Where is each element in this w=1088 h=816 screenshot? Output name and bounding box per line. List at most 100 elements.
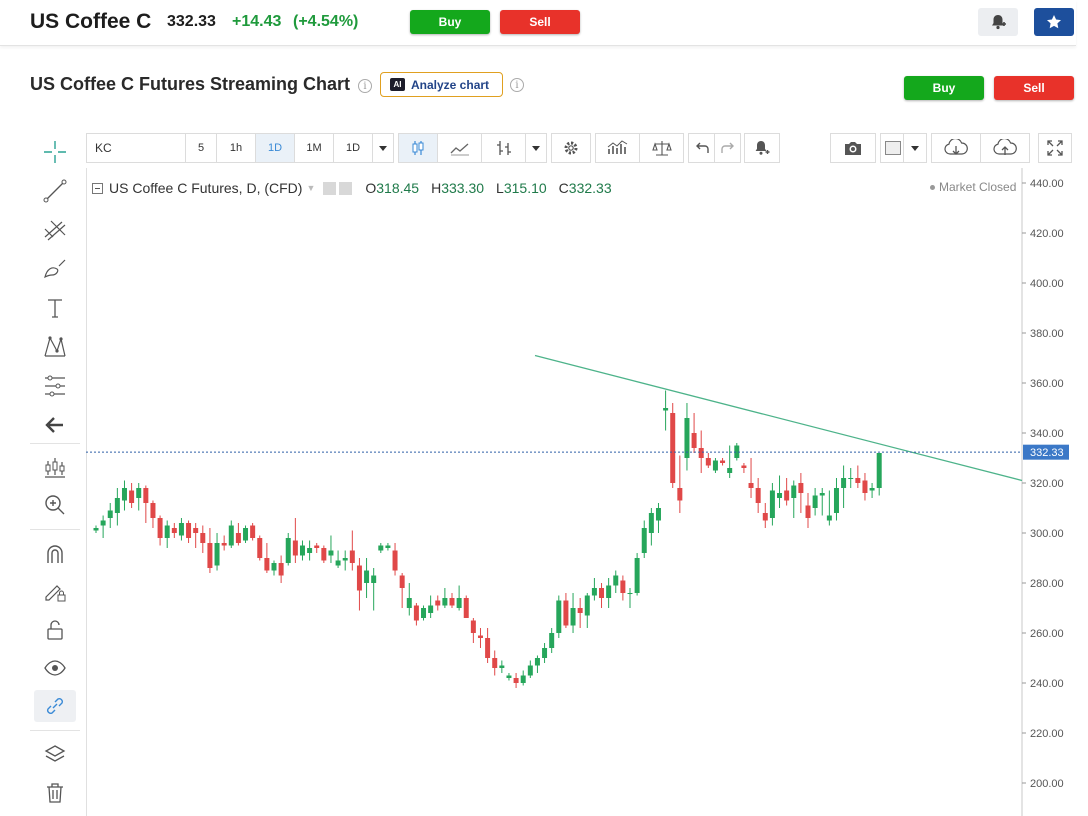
compare-button[interactable]	[639, 133, 684, 163]
eye-icon	[44, 660, 66, 676]
fullscreen-button[interactable]	[1038, 133, 1072, 163]
text-icon	[48, 299, 62, 318]
load-chart-button[interactable]	[931, 133, 981, 163]
legend-title: US Coffee C Futures, D, (CFD)	[109, 180, 303, 196]
area-style-button[interactable]	[437, 133, 482, 163]
undo-button[interactable]	[688, 133, 715, 163]
camera-icon	[845, 142, 861, 155]
legend-high: H333.30	[431, 180, 485, 196]
legend-visibility-icon[interactable]	[323, 181, 337, 195]
measure-icon	[45, 375, 65, 397]
analyze-chart-button[interactable]: AI Analyze chart	[380, 72, 503, 97]
area-chart-icon	[450, 143, 469, 156]
toolbar-divider	[30, 443, 80, 444]
interval-1m[interactable]: 1M	[294, 133, 334, 163]
candlestick-icon	[412, 141, 424, 155]
gear-icon	[564, 141, 578, 155]
unlock-icon	[47, 620, 63, 640]
add-alert-button[interactable]	[744, 133, 780, 163]
settings-button[interactable]	[551, 133, 591, 163]
screenshot-button[interactable]	[830, 133, 876, 163]
save-chart-button[interactable]	[980, 133, 1030, 163]
interval-1d[interactable]: 1D	[255, 133, 295, 163]
delete-tool[interactable]	[34, 777, 76, 809]
chart-sell-button[interactable]: Sell	[994, 76, 1074, 100]
symbol-change-percent: (+4.54%)	[293, 13, 359, 30]
pencil-lock-icon	[45, 585, 66, 602]
legend-close: C332.33	[558, 180, 612, 196]
ohlc-bars-icon	[496, 141, 511, 155]
text-tool[interactable]	[34, 292, 76, 324]
analyze-info-icon[interactable]: i	[510, 78, 524, 92]
bar-style-button[interactable]	[481, 133, 526, 163]
zoom-in-icon	[45, 495, 65, 515]
candles-icon	[45, 458, 65, 478]
interval-dropdown[interactable]	[372, 133, 394, 163]
chart-area[interactable]	[86, 168, 1076, 816]
star-icon	[1047, 15, 1061, 29]
analyze-chart-label: Analyze chart	[411, 77, 490, 92]
toolbar-divider	[30, 529, 80, 530]
lock-drawings-tool[interactable]	[34, 576, 76, 608]
lock-tool[interactable]	[34, 614, 76, 646]
gann-fib-tool[interactable]	[34, 214, 76, 246]
back-tool[interactable]	[34, 409, 76, 441]
redo-button[interactable]	[714, 133, 741, 163]
brush-icon	[44, 259, 66, 279]
header-sell-button[interactable]: Sell	[500, 10, 580, 34]
brush-tool[interactable]	[34, 253, 76, 285]
zoom-tool[interactable]	[34, 489, 76, 521]
pattern-icon	[44, 336, 66, 357]
legend-settings-icon[interactable]	[339, 181, 353, 195]
chart-background-button[interactable]	[880, 133, 904, 163]
cloud-upload-icon	[993, 139, 1017, 155]
fullscreen-icon	[1047, 140, 1063, 156]
chart-style-dropdown[interactable]	[525, 133, 547, 163]
watchlist-star-button[interactable]	[1034, 8, 1074, 36]
symbol-input[interactable]: KC	[86, 133, 186, 163]
caret-down-icon	[911, 145, 919, 151]
interval-5[interactable]: 5	[185, 133, 217, 163]
chart-toolbar: KC 5 1h 1D 1M 1D	[86, 133, 1072, 163]
page-title: US Coffee C Futures Streaming Chart	[30, 74, 351, 94]
crosshair-icon	[44, 141, 66, 163]
measure-tool[interactable]	[34, 370, 76, 402]
chart-legend: US Coffee C Futures, D, (CFD) ▼ O318.45 …	[92, 180, 612, 196]
bell-plus-icon	[992, 15, 1006, 30]
pattern-tool[interactable]	[34, 331, 76, 363]
symbol-price: 332.33	[167, 13, 216, 30]
magnet-tool[interactable]	[34, 538, 76, 570]
trend-line-tool[interactable]	[34, 175, 76, 207]
candles-style-button[interactable]	[398, 133, 438, 163]
arrow-left-icon	[45, 417, 63, 433]
color-swatch-icon	[884, 141, 901, 155]
trend-line-icon	[43, 179, 67, 203]
trash-icon	[47, 783, 63, 803]
undo-icon	[695, 142, 709, 153]
link-icon	[47, 698, 63, 714]
crosshair-tool[interactable]	[34, 136, 76, 168]
legend-low: L315.10	[496, 180, 547, 196]
scale-icon	[651, 141, 672, 156]
bell-plus-icon	[755, 141, 770, 155]
header-buy-button[interactable]: Buy	[410, 10, 490, 34]
indicators-button[interactable]	[595, 133, 640, 163]
object-tree-tool[interactable]	[34, 739, 76, 771]
sync-drawings-tool[interactable]	[34, 690, 76, 722]
indicators-tool[interactable]	[34, 452, 76, 484]
info-icon[interactable]: i	[358, 79, 372, 93]
chart-buy-button[interactable]: Buy	[904, 76, 984, 100]
interval-1h[interactable]: 1h	[216, 133, 256, 163]
background-dropdown[interactable]	[903, 133, 927, 163]
indicators-icon	[607, 140, 627, 154]
layers-icon	[44, 745, 66, 762]
cloud-download-icon	[944, 139, 968, 155]
interval-current[interactable]: 1D	[333, 133, 373, 163]
top-bar: US Coffee C 332.33 +14.43 (+4.54%) Buy S…	[0, 0, 1076, 46]
symbol-title: US Coffee C	[30, 10, 152, 33]
price-alert-button[interactable]	[978, 8, 1018, 36]
legend-dropdown-icon[interactable]: ▼	[306, 183, 315, 193]
visibility-tool[interactable]	[34, 652, 76, 684]
magnet-icon	[47, 545, 63, 563]
collapse-legend-icon[interactable]	[92, 182, 103, 194]
